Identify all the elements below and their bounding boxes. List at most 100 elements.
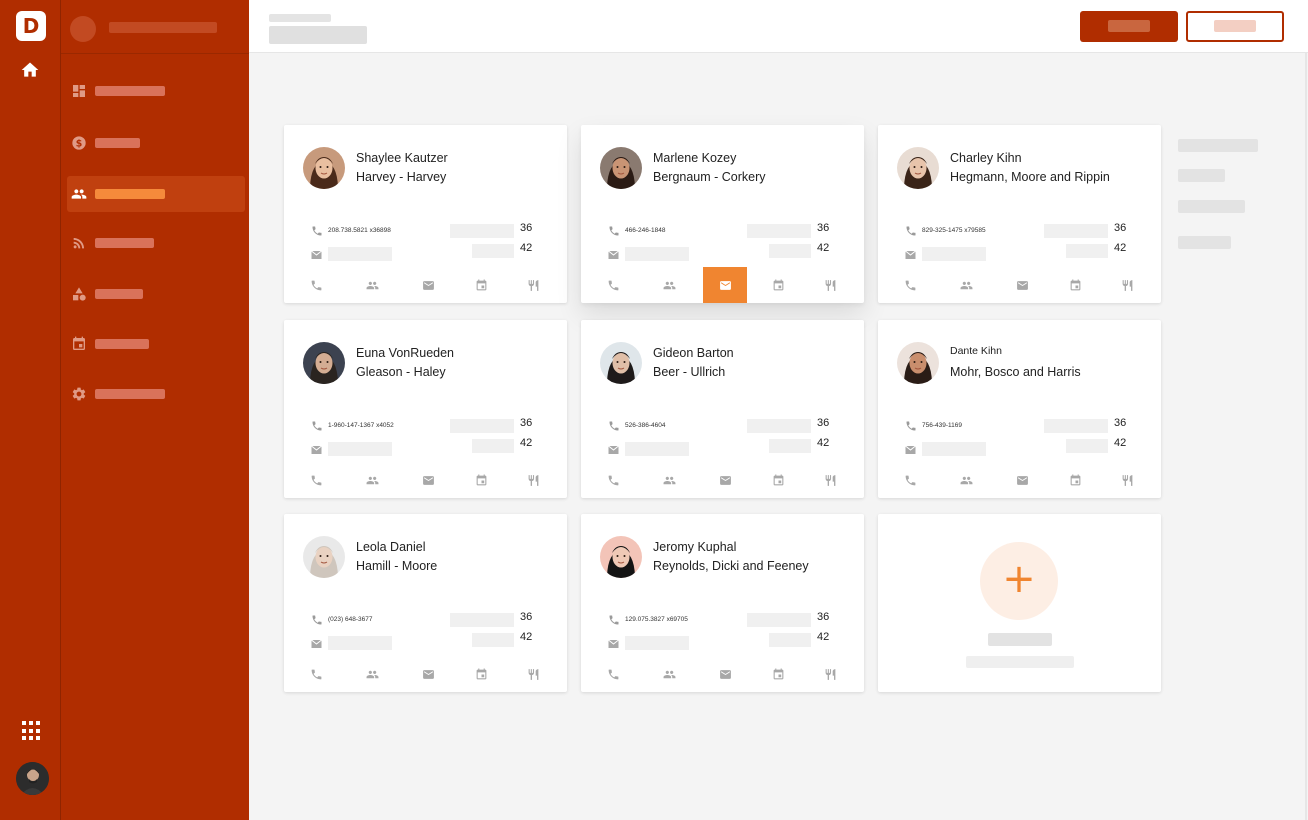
people-icon[interactable] — [647, 656, 691, 692]
contact-name[interactable]: Euna VonRueden — [356, 346, 454, 360]
sidebar-item-label — [95, 189, 165, 199]
shapes-icon — [73, 287, 86, 301]
phone-icon[interactable] — [591, 462, 635, 498]
calendar-icon[interactable] — [756, 656, 800, 692]
contact-name[interactable]: Marlene Kozey — [653, 151, 736, 165]
workspace-avatar[interactable] — [70, 16, 96, 42]
sidebar-item-label — [95, 138, 140, 148]
contact-name[interactable]: Gideon Barton — [653, 346, 734, 360]
contact-card[interactable]: Shaylee Kautzer Harvey - Harvey 208.738.58… — [284, 125, 567, 303]
sidebar-item-label — [95, 339, 149, 349]
people-icon[interactable] — [944, 267, 988, 303]
phone-icon[interactable] — [888, 462, 932, 498]
sidebar-item-settings[interactable] — [67, 376, 245, 412]
home-icon[interactable] — [20, 60, 40, 80]
calendar-icon[interactable] — [756, 462, 800, 498]
email-icon[interactable] — [703, 267, 747, 303]
contact-card[interactable]: Euna VonRueden Gleason - Haley 1-960-147-1… — [284, 320, 567, 498]
phone-icon[interactable] — [591, 656, 635, 692]
filter-item[interactable] — [1178, 169, 1225, 182]
restaurant-icon[interactable] — [1105, 462, 1149, 498]
sidebar-item-dashboard[interactable] — [67, 73, 245, 109]
contact-avatar[interactable] — [600, 536, 642, 578]
primary-action-button[interactable] — [1080, 11, 1178, 42]
sidebar-item-contacts[interactable] — [67, 176, 245, 212]
filter-item[interactable] — [1178, 236, 1231, 249]
card-actions — [284, 462, 567, 498]
contact-name[interactable]: Shaylee Kautzer — [356, 151, 448, 165]
contact-card[interactable]: Gideon Barton Beer - Ullrich 526-386-4604 3… — [581, 320, 864, 498]
stat-label-placeholder — [769, 244, 811, 258]
email-icon[interactable] — [1000, 267, 1044, 303]
breadcrumb[interactable] — [269, 14, 331, 22]
contact-email-placeholder — [922, 247, 986, 261]
apps-grid-icon[interactable] — [22, 721, 42, 741]
restaurant-icon[interactable] — [808, 462, 852, 498]
contact-avatar[interactable] — [303, 147, 345, 189]
email-icon[interactable] — [406, 462, 450, 498]
contact-avatar[interactable] — [897, 147, 939, 189]
restaurant-icon[interactable] — [511, 656, 555, 692]
phone-icon — [609, 421, 619, 431]
filter-item[interactable] — [1178, 139, 1258, 152]
people-icon[interactable] — [350, 656, 394, 692]
email-icon[interactable] — [406, 267, 450, 303]
phone-icon[interactable] — [888, 267, 932, 303]
stat-label-placeholder — [1066, 439, 1108, 453]
top-bar — [249, 0, 1308, 53]
card-actions — [284, 267, 567, 303]
people-icon[interactable] — [350, 267, 394, 303]
contact-card[interactable]: Leola Daniel Hamill - Moore (023) 648-3677… — [284, 514, 567, 692]
contact-name[interactable]: Leola Daniel — [356, 540, 426, 554]
calendar-icon[interactable] — [459, 462, 503, 498]
contact-phone: 129.075.3827 x69705 — [625, 616, 688, 623]
phone-icon[interactable] — [294, 462, 338, 498]
stat-label-placeholder — [1044, 419, 1108, 433]
contact-avatar[interactable] — [303, 536, 345, 578]
phone-icon[interactable] — [294, 656, 338, 692]
people-icon[interactable] — [350, 462, 394, 498]
calendar-icon[interactable] — [756, 267, 800, 303]
card-actions — [581, 656, 864, 692]
phone-icon[interactable] — [591, 267, 635, 303]
email-icon[interactable] — [1000, 462, 1044, 498]
contact-avatar[interactable] — [897, 342, 939, 384]
calendar-icon[interactable] — [459, 267, 503, 303]
contact-card[interactable]: Jeromy Kuphal Reynolds, Dicki and Feeney 1… — [581, 514, 864, 692]
sidebar-item-billing[interactable]: $ — [67, 125, 245, 161]
contact-avatar[interactable] — [303, 342, 345, 384]
people-icon[interactable] — [647, 462, 691, 498]
contact-card[interactable]: Marlene Kozey Bergnaum - Corkery 466-246-1… — [581, 125, 864, 303]
calendar-icon[interactable] — [1053, 267, 1097, 303]
restaurant-icon[interactable] — [511, 462, 555, 498]
email-icon[interactable] — [703, 462, 747, 498]
app-logo[interactable]: D — [16, 11, 46, 41]
add-contact-card[interactable]: + — [878, 514, 1161, 692]
user-avatar[interactable] — [16, 762, 49, 795]
people-icon[interactable] — [944, 462, 988, 498]
contact-card[interactable]: Dante Kihn Mohr, Bosco and Harris 756-439-… — [878, 320, 1161, 498]
restaurant-icon[interactable] — [511, 267, 555, 303]
calendar-icon[interactable] — [1053, 462, 1097, 498]
stat-value: 36 — [817, 611, 830, 623]
filter-item[interactable] — [1178, 200, 1245, 213]
contact-card[interactable]: Charley Kihn Hegmann, Moore and Rippin 829… — [878, 125, 1161, 303]
restaurant-icon[interactable] — [808, 267, 852, 303]
restaurant-icon[interactable] — [808, 656, 852, 692]
contact-avatar[interactable] — [600, 147, 642, 189]
email-icon[interactable] — [703, 656, 747, 692]
add-icon[interactable]: + — [980, 542, 1058, 620]
secondary-action-button[interactable] — [1186, 11, 1284, 42]
email-icon[interactable] — [406, 656, 450, 692]
sidebar-item-calendar[interactable] — [67, 326, 245, 362]
contact-name[interactable]: Dante Kihn — [950, 345, 1002, 357]
people-icon[interactable] — [647, 267, 691, 303]
phone-icon[interactable] — [294, 267, 338, 303]
contact-avatar[interactable] — [600, 342, 642, 384]
calendar-icon[interactable] — [459, 656, 503, 692]
contact-name[interactable]: Jeromy Kuphal — [653, 540, 736, 554]
sidebar-item-catalog[interactable] — [67, 276, 245, 312]
contact-name[interactable]: Charley Kihn — [950, 151, 1022, 165]
restaurant-icon[interactable] — [1105, 267, 1149, 303]
sidebar-item-feed[interactable] — [67, 225, 245, 261]
